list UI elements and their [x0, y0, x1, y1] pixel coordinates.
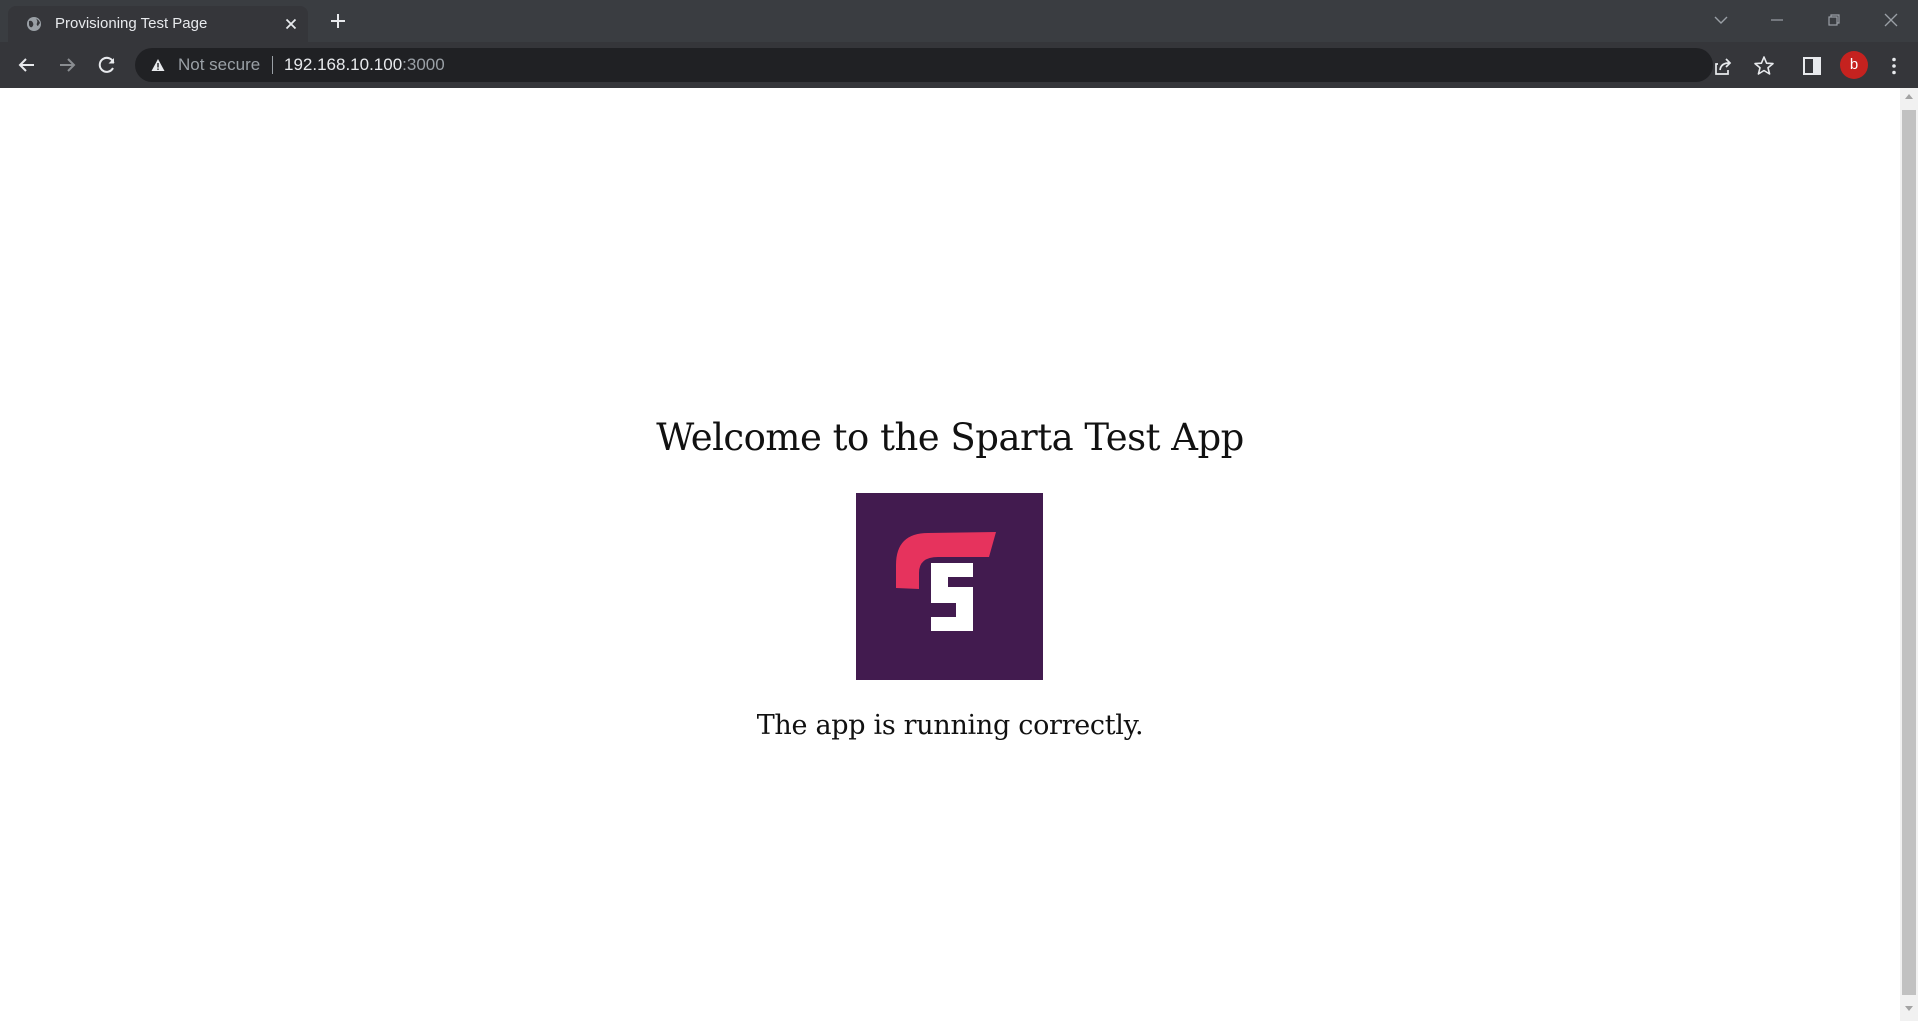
tab-title: Provisioning Test Page	[55, 15, 208, 32]
restore-icon[interactable]	[1822, 8, 1846, 32]
warning-icon[interactable]	[151, 58, 165, 72]
vertical-scrollbar[interactable]	[1900, 88, 1918, 1021]
side-panel-icon[interactable]	[1799, 53, 1825, 79]
tab-strip: Provisioning Test Page	[0, 0, 1918, 42]
kebab-menu-icon[interactable]	[1881, 53, 1907, 79]
close-icon[interactable]	[282, 15, 300, 33]
share-icon[interactable]	[1710, 53, 1736, 79]
page-heading: Welcome to the Sparta Test App	[656, 416, 1244, 459]
url-port: :3000	[402, 55, 445, 74]
new-tab-plus-icon[interactable]	[326, 9, 350, 33]
scroll-thumb[interactable]	[1902, 110, 1916, 995]
url-text[interactable]: 192.168.10.100:3000	[284, 55, 445, 75]
tab-search-icon[interactable]	[1709, 8, 1733, 32]
back-arrow-icon[interactable]	[14, 52, 40, 78]
page-content: Welcome to the Sparta Test App The app i…	[0, 88, 1900, 1021]
star-icon[interactable]	[1751, 53, 1777, 79]
forward-arrow-icon[interactable]	[54, 52, 80, 78]
url-host: 192.168.10.100	[284, 55, 403, 74]
sparta-logo	[856, 493, 1043, 680]
scroll-down-arrow-icon[interactable]	[1905, 1006, 1913, 1011]
separator	[272, 56, 273, 74]
globe-icon	[26, 16, 42, 32]
close-window-icon[interactable]	[1879, 8, 1903, 32]
browser-toolbar: Not secure 192.168.10.100:3000 b	[0, 42, 1918, 88]
scroll-up-arrow-icon[interactable]	[1905, 94, 1913, 99]
security-label[interactable]: Not secure	[178, 55, 260, 75]
browser-tab[interactable]: Provisioning Test Page	[8, 6, 308, 42]
status-message: The app is running correctly.	[756, 710, 1144, 741]
address-bar[interactable]: Not secure 192.168.10.100:3000	[135, 48, 1713, 82]
reload-icon[interactable]	[94, 52, 120, 78]
profile-avatar[interactable]: b	[1840, 51, 1868, 79]
minimize-icon[interactable]	[1765, 8, 1789, 32]
